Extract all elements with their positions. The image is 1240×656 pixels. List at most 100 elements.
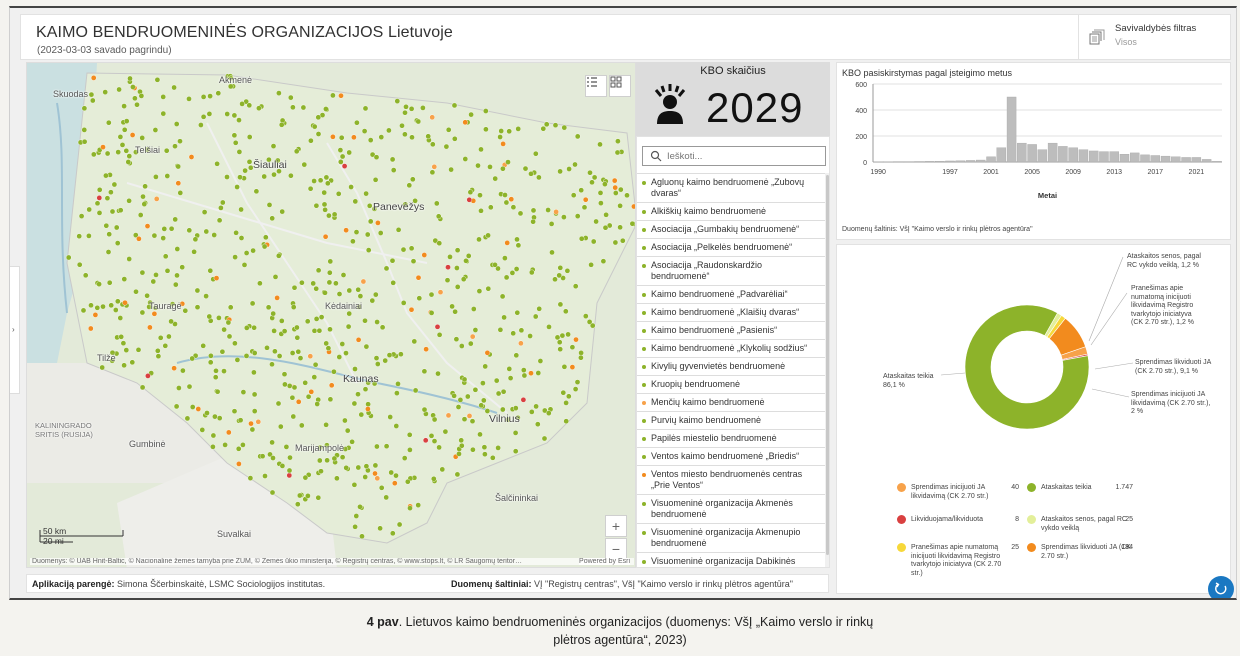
organization-point[interactable] xyxy=(289,350,296,356)
organization-point[interactable] xyxy=(482,363,489,370)
organization-point[interactable] xyxy=(224,111,230,117)
organization-point[interactable] xyxy=(374,361,381,367)
organization-point[interactable] xyxy=(365,247,372,253)
organization-point[interactable] xyxy=(104,195,111,201)
organization-point[interactable] xyxy=(445,264,451,270)
organization-point[interactable] xyxy=(557,264,564,271)
organization-point[interactable] xyxy=(300,104,307,111)
list-item[interactable]: Agluonų kaimo bendruomenė „Zubovų dvaras… xyxy=(637,173,825,202)
organization-point[interactable] xyxy=(344,427,351,434)
organization-point[interactable] xyxy=(126,256,132,262)
organization-point[interactable] xyxy=(578,350,584,356)
organization-point[interactable] xyxy=(139,309,146,316)
organization-point[interactable] xyxy=(512,405,519,411)
organization-point[interactable] xyxy=(106,231,112,237)
organization-point[interactable] xyxy=(341,163,348,169)
organization-point[interactable] xyxy=(553,209,559,215)
organization-point[interactable] xyxy=(243,250,250,256)
organization-point[interactable] xyxy=(453,336,460,343)
organization-point[interactable] xyxy=(327,258,334,265)
organization-point[interactable] xyxy=(117,207,124,213)
organization-point[interactable] xyxy=(164,173,171,179)
organization-point[interactable] xyxy=(242,167,248,174)
organization-point[interactable] xyxy=(305,393,312,400)
organization-point[interactable] xyxy=(556,272,563,279)
organization-point[interactable] xyxy=(121,276,128,282)
organization-point[interactable] xyxy=(342,417,348,424)
organization-point[interactable] xyxy=(445,127,452,133)
organization-point[interactable] xyxy=(311,178,317,184)
organization-point[interactable] xyxy=(96,281,102,287)
organization-point[interactable] xyxy=(515,126,522,132)
organization-point[interactable] xyxy=(552,276,558,283)
organization-point[interactable] xyxy=(166,333,172,340)
organization-point[interactable] xyxy=(500,165,506,172)
organization-point[interactable] xyxy=(359,533,365,540)
organization-point[interactable] xyxy=(261,243,268,250)
organization-point[interactable] xyxy=(304,318,311,325)
organization-point[interactable] xyxy=(238,206,244,213)
organization-point[interactable] xyxy=(81,105,88,112)
organization-point[interactable] xyxy=(508,196,515,202)
histogram-bar[interactable] xyxy=(1006,96,1017,163)
organization-point[interactable] xyxy=(163,147,170,154)
organization-point[interactable] xyxy=(275,252,282,259)
organization-point[interactable] xyxy=(362,105,369,112)
organization-point[interactable] xyxy=(566,393,572,400)
list-item[interactable]: Kaimo bendruomenė „Klykolių sodžius“ xyxy=(637,339,825,357)
organization-point[interactable] xyxy=(530,207,537,214)
organization-point[interactable] xyxy=(150,278,157,285)
organization-point[interactable] xyxy=(276,353,283,359)
organization-point[interactable] xyxy=(614,149,621,156)
organization-point[interactable] xyxy=(337,147,344,153)
organization-point[interactable] xyxy=(572,386,579,392)
organization-point[interactable] xyxy=(429,114,436,121)
basemap-gallery-button[interactable] xyxy=(609,75,631,97)
organization-point[interactable] xyxy=(191,248,197,255)
organization-point[interactable] xyxy=(498,128,505,134)
organization-point[interactable] xyxy=(287,94,294,101)
organization-point[interactable] xyxy=(360,278,367,285)
organization-point[interactable] xyxy=(501,314,507,321)
organization-point[interactable] xyxy=(302,379,309,386)
histogram-bar[interactable] xyxy=(1099,151,1109,163)
organization-point[interactable] xyxy=(322,289,328,296)
organization-point[interactable] xyxy=(121,127,128,133)
organization-point[interactable] xyxy=(513,352,520,359)
organization-point[interactable] xyxy=(241,262,248,268)
organization-point[interactable] xyxy=(327,326,333,333)
organization-point[interactable] xyxy=(546,410,552,416)
organization-point[interactable] xyxy=(543,121,550,128)
organization-point[interactable] xyxy=(243,325,250,331)
organization-point[interactable] xyxy=(249,300,256,307)
organization-point[interactable] xyxy=(603,211,609,218)
organization-point[interactable] xyxy=(286,383,293,389)
organization-point[interactable] xyxy=(540,125,547,132)
organization-point[interactable] xyxy=(503,199,510,206)
organization-point[interactable] xyxy=(372,462,379,469)
organization-point[interactable] xyxy=(130,84,136,90)
organization-point[interactable] xyxy=(387,414,394,420)
organization-point[interactable] xyxy=(198,122,204,128)
map-attribution[interactable]: Duomenys: © UAB Hnit-Baltic, © Nacionali… xyxy=(30,558,634,565)
organization-point[interactable] xyxy=(390,167,397,173)
organization-point[interactable] xyxy=(199,427,206,433)
organization-point[interactable] xyxy=(175,180,182,186)
organization-point[interactable] xyxy=(294,324,300,331)
organization-point[interactable] xyxy=(212,374,219,381)
organization-point[interactable] xyxy=(213,367,219,374)
histogram-bar[interactable] xyxy=(955,160,965,163)
histogram-bar[interactable] xyxy=(1037,149,1048,163)
organization-point[interactable] xyxy=(393,472,399,479)
organization-point[interactable] xyxy=(290,104,296,111)
organization-point[interactable] xyxy=(436,240,443,246)
organization-point[interactable] xyxy=(569,364,576,370)
organization-point[interactable] xyxy=(155,353,162,360)
organization-point[interactable] xyxy=(362,317,368,324)
organization-point[interactable] xyxy=(281,371,288,378)
organization-point[interactable] xyxy=(355,391,361,398)
histogram-bar[interactable] xyxy=(976,159,986,163)
organization-point[interactable] xyxy=(587,169,593,176)
organization-point[interactable] xyxy=(492,175,499,182)
organization-point[interactable] xyxy=(294,501,301,508)
